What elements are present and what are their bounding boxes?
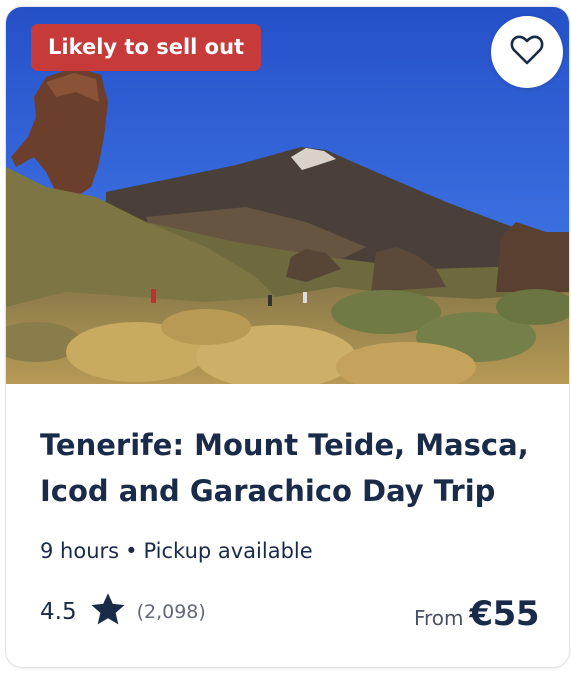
price-prefix: From [413,606,464,630]
review-count: (2,098) [136,601,206,623]
meta-separator: • [125,539,138,563]
rating-score: 4.5 [40,599,77,625]
rating: 4.5 (2,098) [40,592,206,632]
duration-text: 9 hours [40,539,120,563]
pickup-text: Pickup available [143,539,313,563]
tour-meta: 9 hours • Pickup available [40,539,313,563]
price: From €55 [413,594,540,634]
heart-outline-icon [510,35,544,69]
wishlist-button[interactable] [491,16,563,88]
tour-title[interactable]: Tenerife: Mount Teide, Masca, Icod and G… [40,422,540,514]
price-amount: €55 [469,594,540,634]
star-icon [89,592,127,632]
tour-card[interactable]: Likely to sell out Tenerife: Mount Teide… [6,7,569,667]
likely-to-sell-out-badge: Likely to sell out [31,24,262,71]
card-content: Tenerife: Mount Teide, Masca, Icod and G… [6,384,569,667]
